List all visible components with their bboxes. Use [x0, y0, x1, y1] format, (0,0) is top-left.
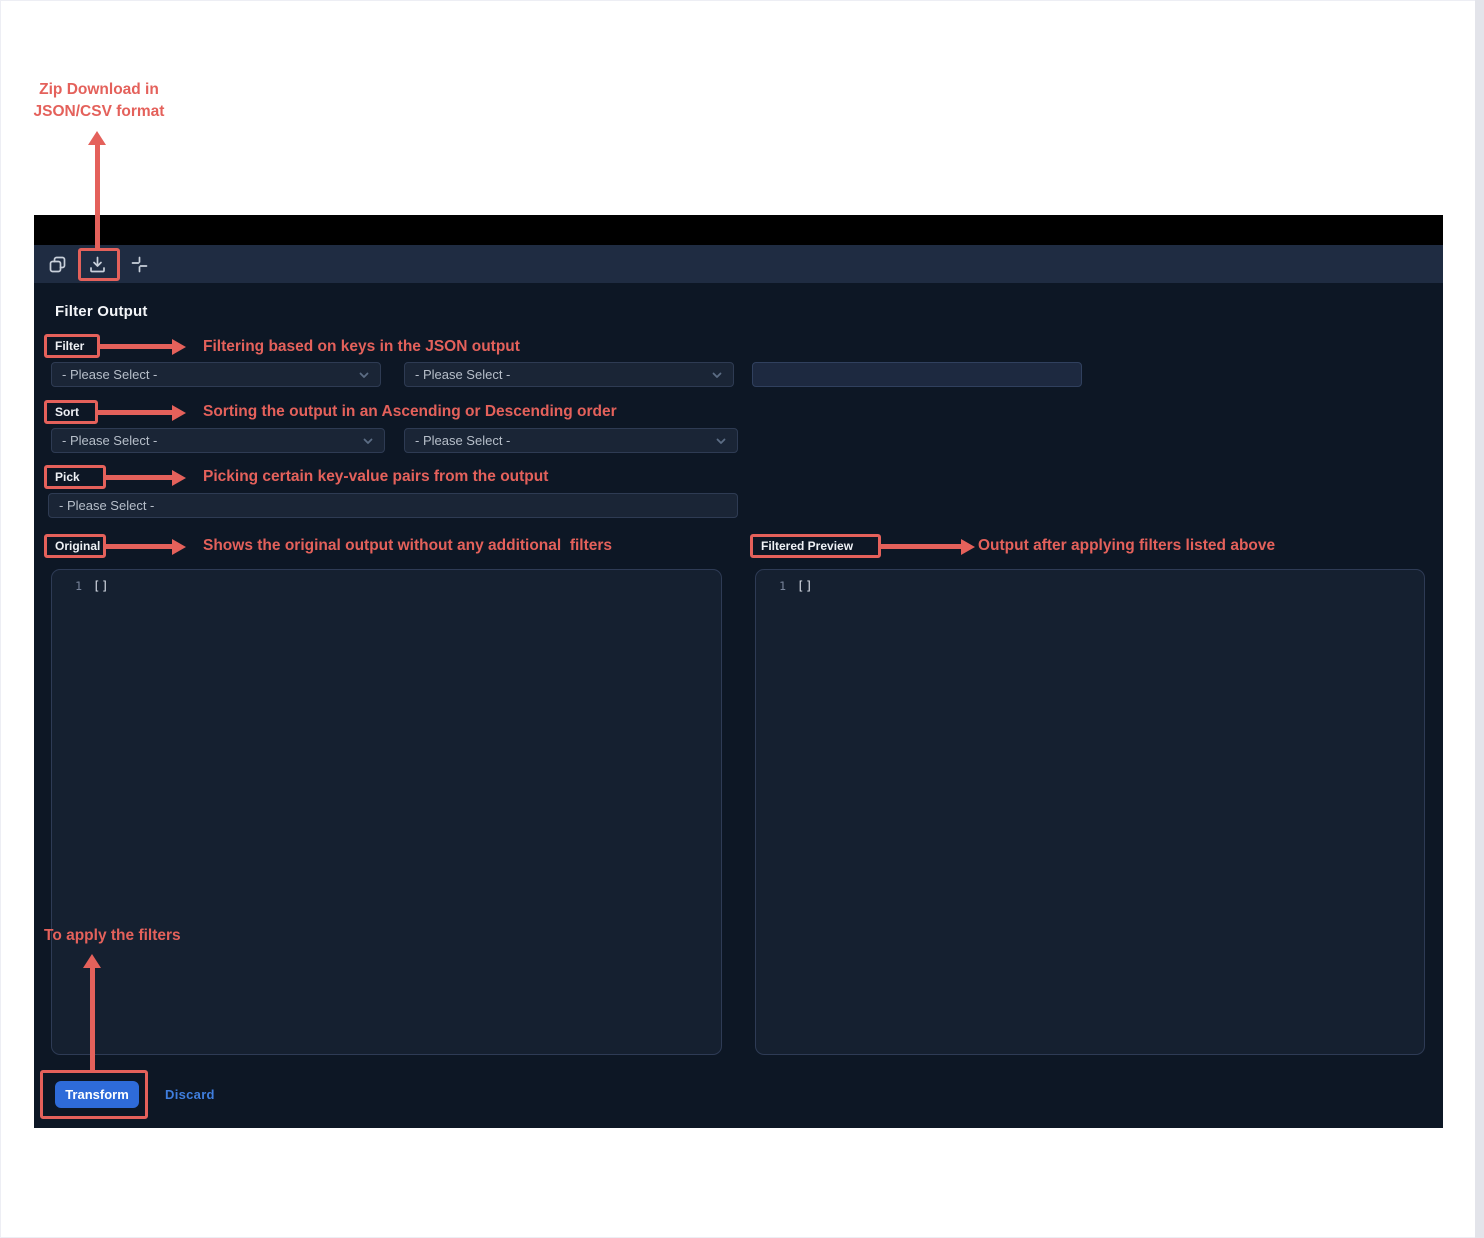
chevron-down-icon: [711, 369, 723, 381]
zip-annotation-arrowline: [95, 145, 100, 248]
filtered-annotation-note: Output after applying filters listed abo…: [978, 537, 1275, 555]
filtered-preview-editor[interactable]: 1 []: [755, 569, 1425, 1055]
page-scrollbar-track[interactable]: [1475, 0, 1484, 1238]
chevron-down-icon: [715, 435, 727, 447]
pick-annotation-note: Picking certain key-value pairs from the…: [203, 468, 548, 486]
sort-order-select[interactable]: - Please Select -: [404, 428, 738, 453]
filter-label-annotation-box: Filter: [44, 334, 100, 358]
original-label-annotation-box: Original: [44, 534, 106, 558]
filter-annotation-note: Filtering based on keys in the JSON outp…: [203, 338, 520, 356]
pick-label-annotation-box: Pick: [44, 465, 106, 489]
zip-download-annotation-note: Zip Download in JSON/CSV format: [18, 79, 180, 122]
filtered-preview-label-annotation-box: Filtered Preview: [750, 534, 881, 558]
zip-note-line2: JSON/CSV format: [18, 101, 180, 123]
sort-annotation-note: Sorting the output in an Ascending or De…: [203, 403, 617, 421]
zip-note-line1: Zip Download in: [18, 79, 180, 101]
line-number: 1: [756, 579, 786, 593]
original-annotation-note: Shows the original output without any ad…: [203, 537, 612, 555]
transform-button-annotation-box: [40, 1070, 148, 1119]
page-title: Filter Output: [55, 303, 148, 320]
filter-value-input[interactable]: [752, 362, 1082, 387]
sort-key-select-value: - Please Select -: [62, 433, 157, 448]
filter-key-select-value: - Please Select -: [62, 367, 157, 382]
original-annotation-arrow: [106, 544, 172, 549]
code-line: 1 []: [52, 579, 109, 593]
filter-key-select[interactable]: - Please Select -: [51, 362, 381, 387]
filter-condition-select-value: - Please Select -: [415, 367, 510, 382]
window-top-bar: [34, 215, 1443, 245]
sort-label: Sort: [55, 405, 79, 419]
pick-select[interactable]: - Please Select -: [48, 493, 738, 518]
zip-annotation-arrowhead: [88, 131, 106, 145]
chevron-down-icon: [362, 435, 374, 447]
sort-order-select-value: - Please Select -: [415, 433, 510, 448]
sort-annotation-arrow: [98, 410, 172, 415]
transform-annotation-arrowhead: [83, 954, 101, 968]
pick-select-value: - Please Select -: [59, 498, 154, 513]
download-icon-annotation-box: [78, 248, 120, 281]
filter-annotation-arrow: [100, 344, 172, 349]
filter-label: Filter: [55, 339, 84, 353]
code-content: []: [93, 579, 109, 593]
sort-label-annotation-box: Sort: [44, 400, 98, 424]
original-label: Original: [55, 539, 100, 553]
tutorial-screenshot: Filter Output Filter - Please Select - -…: [0, 0, 1484, 1238]
collapse-icon[interactable]: [130, 255, 149, 274]
filter-condition-select[interactable]: - Please Select -: [404, 362, 734, 387]
chevron-down-icon: [358, 369, 370, 381]
transform-annotation-note: To apply the filters: [44, 927, 181, 945]
sort-key-select[interactable]: - Please Select -: [51, 428, 385, 453]
original-output-editor[interactable]: 1 []: [51, 569, 722, 1055]
code-line: 1 []: [756, 579, 813, 593]
pick-annotation-arrow: [106, 475, 172, 480]
filtered-preview-label: Filtered Preview: [761, 539, 853, 553]
line-number: 1: [52, 579, 82, 593]
transform-annotation-arrowline: [90, 968, 95, 1070]
filter-output-panel: Filter Output Filter - Please Select - -…: [34, 215, 1443, 1128]
discard-link[interactable]: Discard: [165, 1087, 215, 1102]
toolbar: [34, 245, 1443, 283]
copy-icon[interactable]: [48, 255, 67, 274]
filtered-annotation-arrow: [881, 544, 961, 549]
code-content: []: [797, 579, 813, 593]
pick-label: Pick: [55, 470, 80, 484]
